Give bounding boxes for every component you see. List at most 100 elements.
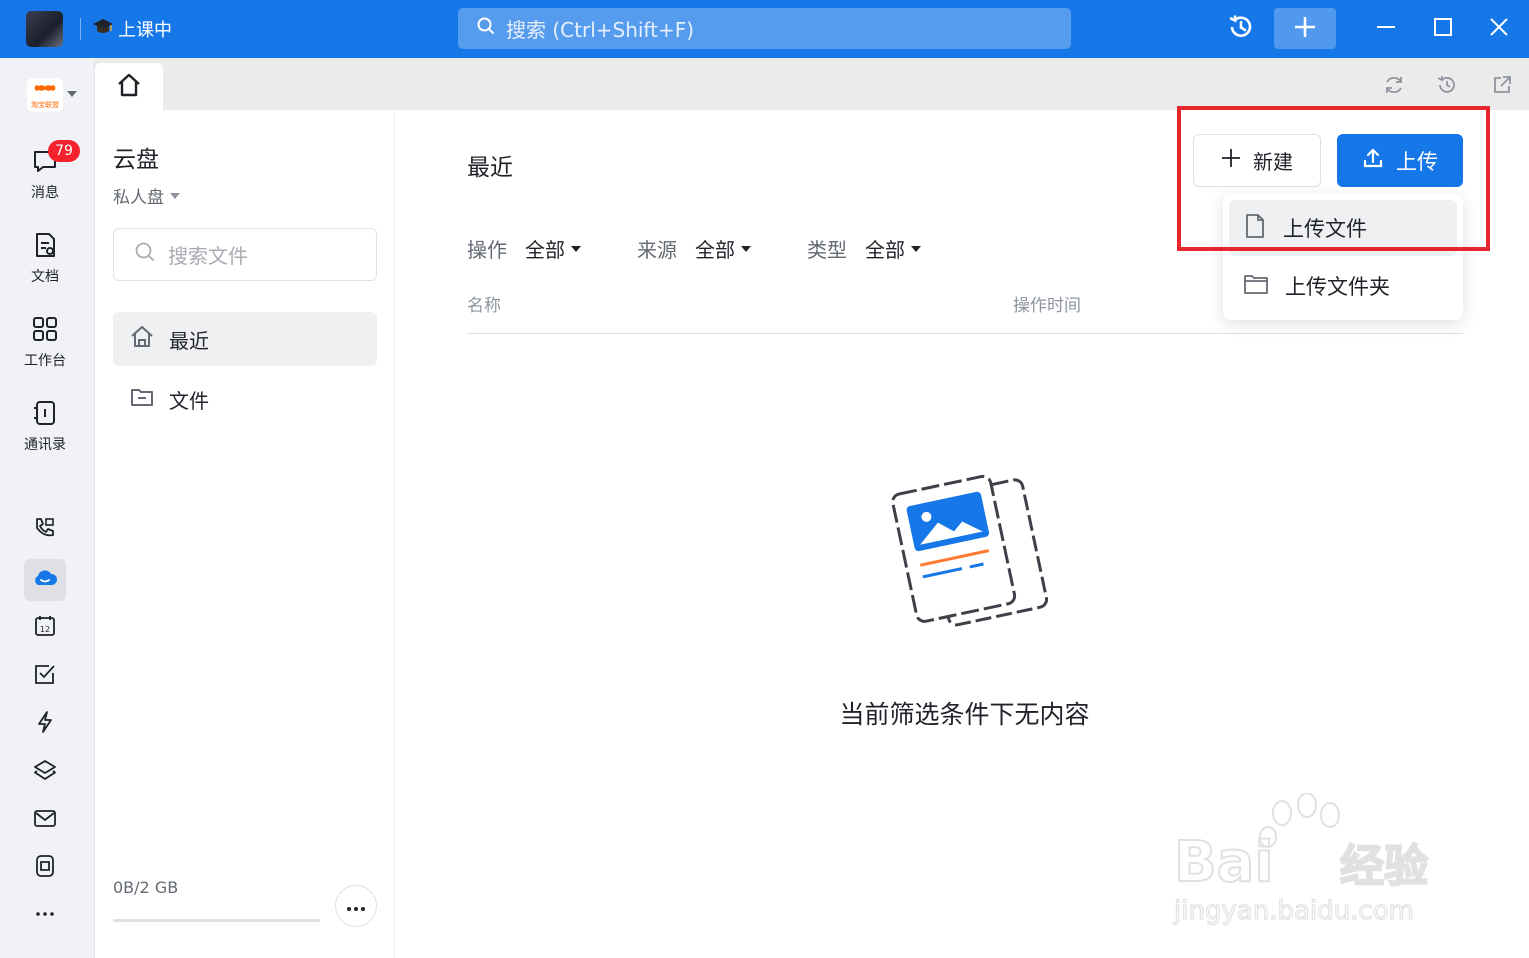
- upload-dropdown-menu: 上传文件 上传文件夹: [1223, 194, 1463, 320]
- tool-call[interactable]: [24, 509, 66, 551]
- drive-panel: 云盘 私人盘 搜索文件 最近 文件 0B/2 GB: [95, 110, 395, 958]
- column-header-name[interactable]: 名称: [467, 291, 501, 316]
- panel-nav-recent[interactable]: 最近: [113, 312, 377, 366]
- menu-item-upload-file-label: 上传文件: [1283, 217, 1367, 241]
- history-button[interactable]: [1220, 8, 1262, 49]
- empty-state-illustration: [888, 474, 1049, 639]
- tool-more[interactable]: [24, 895, 66, 937]
- nav-contacts[interactable]: 通讯录: [0, 398, 90, 454]
- empty-state-text: 当前筛选条件下无内容: [396, 695, 1529, 731]
- tool-app[interactable]: [24, 847, 66, 889]
- grid-icon: [30, 314, 60, 350]
- close-button[interactable]: [1479, 8, 1519, 49]
- home-icon: [115, 71, 143, 103]
- tool-tasks[interactable]: [24, 655, 66, 697]
- new-button[interactable]: 新建: [1193, 134, 1321, 187]
- panel-nav-files[interactable]: 文件: [113, 372, 377, 426]
- folder-icon: [129, 384, 155, 415]
- org-logo-icon: [34, 80, 56, 99]
- caret-down-icon: [571, 245, 581, 252]
- filter-operation-label: 操作: [467, 238, 507, 262]
- tab-bar: [95, 58, 1529, 110]
- nav-messages-label: 消息: [31, 185, 59, 201]
- filter-type-select[interactable]: 全部: [865, 234, 921, 263]
- recent-history-icon[interactable]: [1436, 74, 1458, 100]
- column-header-time[interactable]: 操作时间: [1013, 291, 1081, 316]
- tool-cloud-drive[interactable]: [24, 559, 66, 601]
- graduation-cap-icon: [92, 17, 114, 42]
- page-title: 最近: [467, 155, 513, 181]
- new-button-label: 新建: [1253, 150, 1293, 174]
- org-switcher[interactable]: 淘宝联盟: [27, 78, 63, 112]
- main-content: 最近 操作 全部 来源 全部 类型 全部 名称 操作时间 当前筛选条件下无内容: [396, 110, 1529, 958]
- menu-item-upload-folder[interactable]: 上传文件夹: [1229, 258, 1457, 314]
- nav-workbench[interactable]: 工作台: [0, 314, 90, 370]
- tool-calendar[interactable]: 12: [24, 607, 66, 649]
- global-search-placeholder: 搜索 (Ctrl+Shift+F): [506, 18, 695, 42]
- maximize-icon: [1433, 17, 1453, 41]
- more-dots-icon: [32, 901, 58, 931]
- panel-nav-files-label: 文件: [169, 388, 209, 413]
- empty-state-label: 当前筛选条件下无内容: [839, 700, 1090, 729]
- tab-home[interactable]: [95, 63, 163, 110]
- panel-more-button[interactable]: [335, 885, 377, 927]
- nav-docs[interactable]: 文档: [0, 230, 90, 286]
- cloud-icon: [32, 565, 58, 595]
- close-icon: [1489, 17, 1509, 41]
- search-icon: [134, 241, 156, 268]
- filter-type-label: 类型: [807, 238, 847, 262]
- global-search-input[interactable]: 搜索 (Ctrl+Shift+F): [458, 8, 1071, 49]
- file-search-input[interactable]: 搜索文件: [113, 228, 377, 281]
- menu-item-upload-folder-label: 上传文件夹: [1285, 275, 1390, 299]
- tool-layers[interactable]: [24, 751, 66, 793]
- file-icon: [1243, 213, 1267, 244]
- upload-button-label: 上传: [1396, 149, 1438, 174]
- mail-icon: [32, 805, 58, 835]
- filter-operation-select[interactable]: 全部: [525, 234, 581, 263]
- upload-icon: [1362, 147, 1384, 174]
- filter-source-value: 全部: [695, 238, 735, 262]
- phone-video-icon: [32, 515, 58, 545]
- filter-source-select[interactable]: 全部: [695, 234, 751, 263]
- contacts-icon: [30, 398, 60, 434]
- org-logo-text: 淘宝联盟: [31, 101, 59, 109]
- layers-icon: [32, 757, 58, 787]
- user-avatar[interactable]: [26, 11, 63, 47]
- svg-text:12: 12: [40, 625, 50, 634]
- title-bar: 上课中 搜索 (Ctrl+Shift+F): [0, 0, 1529, 58]
- open-external-icon[interactable]: [1491, 74, 1513, 100]
- app-icon: [32, 853, 58, 883]
- home-icon: [129, 324, 155, 355]
- panel-nav-recent-label: 最近: [169, 328, 209, 353]
- app-sidebar: 淘宝联盟 消息 79 文档 工作台 通讯录 12: [0, 58, 95, 958]
- storage-progress-bar: [113, 919, 320, 922]
- filter-type-value: 全部: [865, 238, 905, 262]
- refresh-icon[interactable]: [1383, 74, 1405, 100]
- storage-quota: 0B/2 GB: [113, 878, 179, 897]
- filter-source-label: 来源: [637, 238, 677, 262]
- status-text: 上课中: [118, 20, 172, 41]
- caret-down-icon: [741, 245, 751, 252]
- minimize-icon: [1376, 17, 1396, 41]
- caret-down-icon: [170, 192, 180, 199]
- org-caret-icon[interactable]: [67, 91, 77, 97]
- drive-title: 云盘: [113, 147, 159, 173]
- status-indicator[interactable]: 上课中: [92, 15, 172, 43]
- drive-switcher[interactable]: 私人盘: [113, 183, 180, 208]
- tool-flash[interactable]: [24, 703, 66, 745]
- minimize-button[interactable]: [1366, 8, 1406, 49]
- caret-down-icon: [911, 245, 921, 252]
- maximize-button[interactable]: [1423, 8, 1463, 49]
- menu-item-upload-file[interactable]: 上传文件: [1229, 200, 1457, 256]
- checkbox-icon: [32, 661, 58, 691]
- nav-docs-label: 文档: [31, 269, 59, 285]
- file-search-placeholder: 搜索文件: [168, 244, 248, 268]
- history-icon: [1227, 13, 1255, 45]
- filter-operation-value: 全部: [525, 238, 565, 262]
- create-button[interactable]: [1274, 8, 1336, 49]
- nav-messages[interactable]: 消息 79: [0, 140, 90, 202]
- upload-button[interactable]: 上传: [1337, 134, 1463, 187]
- plus-icon: [1293, 15, 1317, 43]
- nav-workbench-label: 工作台: [24, 353, 66, 369]
- tool-mail[interactable]: [24, 799, 66, 841]
